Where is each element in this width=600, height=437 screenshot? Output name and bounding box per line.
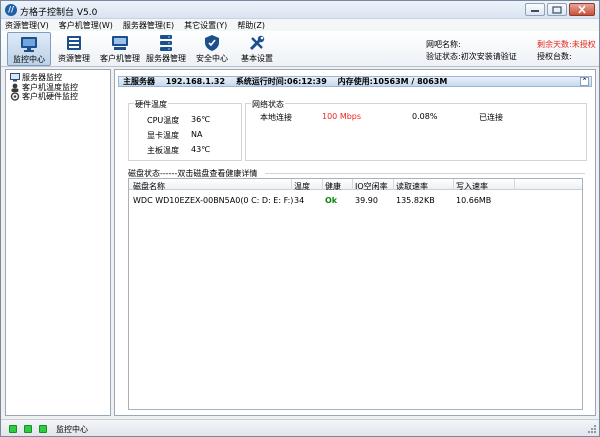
server-uptime: 系统运行时间:06:12:39 bbox=[235, 77, 327, 86]
menu-bar: 资源管理(V) 客户机管理(W) 服务器管理(E) 其它设置(Y) 帮助(Z) bbox=[1, 19, 599, 31]
column-divider bbox=[322, 179, 323, 190]
disk-table[interactable]: 磁盘名称 温度 健康 IO空闲率 读取速率 写入速率 WDC WD10EZEX-… bbox=[128, 178, 583, 410]
window-controls bbox=[525, 3, 595, 16]
toolbar-label: 基本设置 bbox=[241, 54, 273, 63]
hardware-temperature-group: 硬件温度 CPU温度 36℃ 显卡温度 NA 主板温度 43℃ bbox=[128, 99, 242, 161]
auth-count: 授权台数: bbox=[537, 52, 572, 61]
status-led-icon bbox=[24, 425, 32, 433]
column-divider bbox=[291, 179, 292, 190]
column-header-read-rate[interactable]: 读取速率 bbox=[396, 181, 428, 192]
disk-write-rate-cell: 10.66MB bbox=[456, 196, 492, 205]
column-divider bbox=[393, 179, 394, 190]
netbar-name: 网吧名称: bbox=[426, 40, 461, 49]
status-bar: 监控中心 bbox=[1, 419, 599, 436]
network-status-title: 网络状态 bbox=[251, 99, 285, 110]
tree-item-label: 客户机硬件监控 bbox=[22, 92, 78, 101]
toolbar-security-center[interactable]: 安全中心 bbox=[190, 32, 234, 66]
network-name: 本地连接 bbox=[260, 113, 292, 122]
status-led-icon bbox=[39, 425, 47, 433]
toolbar-monitor-center[interactable]: 监控中心 bbox=[7, 32, 51, 66]
disk-table-header: 磁盘名称 温度 健康 IO空闲率 读取速率 写入速率 bbox=[129, 179, 582, 192]
gpu-temp-label: 显卡温度 bbox=[147, 131, 179, 140]
toolbar-client-manage[interactable]: 客户机管理 bbox=[98, 32, 142, 66]
maximize-icon bbox=[552, 5, 562, 14]
toolbar-server-manage[interactable]: 服务器管理 bbox=[144, 32, 188, 66]
minimize-button[interactable] bbox=[525, 3, 545, 16]
tree-item-client-hardware[interactable]: 客户机硬件监控 bbox=[10, 92, 78, 101]
shield-icon bbox=[205, 35, 219, 51]
maximize-button[interactable] bbox=[547, 3, 567, 16]
gpu-temp-value: NA bbox=[191, 130, 203, 139]
menu-servers[interactable]: 服务器管理(E) bbox=[123, 20, 174, 31]
folder-icon bbox=[67, 36, 81, 50]
monitor-icon bbox=[21, 37, 37, 52]
menu-help[interactable]: 帮助(Z) bbox=[237, 20, 265, 31]
status-led-icon bbox=[9, 425, 17, 433]
column-divider bbox=[352, 179, 353, 190]
toolbar-resource-manage[interactable]: 资源管理 bbox=[52, 32, 96, 66]
client-temp-icon bbox=[11, 83, 19, 92]
tools-icon bbox=[249, 35, 265, 51]
column-header-write-rate[interactable]: 写入速率 bbox=[456, 181, 488, 192]
menu-other-settings[interactable]: 其它设置(Y) bbox=[184, 20, 227, 31]
toolbar-label: 服务器管理 bbox=[146, 54, 186, 63]
toolbar-label: 安全中心 bbox=[196, 54, 228, 63]
column-header-health[interactable]: 健康 bbox=[325, 181, 341, 192]
menu-clients[interactable]: 客户机管理(W) bbox=[59, 20, 113, 31]
disk-section-divider bbox=[265, 173, 585, 174]
menu-resources[interactable]: 资源管理(V) bbox=[5, 20, 49, 31]
server-icon bbox=[160, 35, 172, 51]
server-ip: 192.168.1.32 bbox=[165, 77, 226, 86]
column-divider bbox=[514, 179, 515, 190]
client-computer-icon bbox=[112, 36, 128, 50]
board-temp-value: 43℃ bbox=[191, 145, 211, 154]
title-bar[interactable]: // 方格子控制台 V5.0 bbox=[1, 1, 599, 19]
status-text: 监控中心 bbox=[56, 425, 88, 434]
toolbar-label: 资源管理 bbox=[58, 54, 90, 63]
server-label: 主服务器 bbox=[123, 77, 155, 86]
disk-health-cell: Ok bbox=[325, 196, 338, 205]
app-window: // 方格子控制台 V5.0 资源管理(V) 客户机管理(W) 服务器管理(E)… bbox=[0, 0, 600, 437]
collapse-button[interactable]: ⌃ bbox=[580, 77, 589, 86]
close-button[interactable] bbox=[569, 3, 595, 16]
disk-name-cell: WDC WD10EZEX-00BN5A0(0 C: D: E: F:) bbox=[133, 196, 294, 205]
column-header-temperature[interactable]: 温度 bbox=[294, 181, 310, 192]
toolbar-label: 客户机管理 bbox=[100, 54, 140, 63]
nav-tree: 服务器监控 客户机温度监控 客户机硬件监控 bbox=[5, 69, 111, 416]
monitor-panel: 主服务器 192.168.1.32 系统运行时间:06:12:39 内存使用:1… bbox=[114, 69, 596, 416]
minimize-icon bbox=[531, 9, 539, 12]
network-speed: 100 Mbps bbox=[322, 112, 362, 121]
cpu-temp-value: 36℃ bbox=[191, 115, 211, 124]
app-logo-icon: // bbox=[5, 4, 17, 16]
toolbar-label: 监控中心 bbox=[13, 55, 45, 64]
remaining-days: 剩余天数:未授权 bbox=[537, 40, 596, 49]
network-connection-status: 已连接 bbox=[479, 113, 503, 122]
toolbar: 监控中心 资源管理 客户机管理 服务器管理 安全中心 基本设置 网吧名称: 验证… bbox=[1, 31, 599, 67]
cpu-temp-label: CPU温度 bbox=[147, 116, 180, 125]
server-memory: 内存使用:10563M / 8063M bbox=[337, 77, 448, 86]
close-icon bbox=[578, 5, 586, 14]
column-header-disk-name[interactable]: 磁盘名称 bbox=[133, 181, 165, 192]
tree-item-server-monitor[interactable]: 服务器监控 bbox=[10, 73, 62, 82]
network-usage: 0.08% bbox=[412, 112, 438, 121]
disk-temp-cell: 34 bbox=[294, 196, 305, 205]
network-status-group: 网络状态 本地连接 100 Mbps 0.08% 已连接 bbox=[245, 99, 587, 161]
server-monitor-icon bbox=[10, 73, 20, 82]
disk-read-rate-cell: 135.82KB bbox=[396, 196, 435, 205]
verify-status: 验证状态:初次安装请验证 bbox=[426, 52, 517, 61]
window-title: 方格子控制台 V5.0 bbox=[20, 8, 98, 18]
disk-io-idle-cell: 39.90 bbox=[355, 196, 378, 205]
client-hardware-icon bbox=[10, 92, 20, 101]
server-header-bar: 主服务器 192.168.1.32 系统运行时间:06:12:39 内存使用:1… bbox=[118, 76, 592, 87]
hardware-temperature-title: 硬件温度 bbox=[134, 99, 168, 110]
column-divider bbox=[453, 179, 454, 190]
column-header-io-idle[interactable]: IO空闲率 bbox=[355, 181, 388, 192]
toolbar-basic-settings[interactable]: 基本设置 bbox=[235, 32, 279, 66]
resize-grip-icon[interactable] bbox=[587, 424, 597, 434]
board-temp-label: 主板温度 bbox=[147, 146, 179, 155]
